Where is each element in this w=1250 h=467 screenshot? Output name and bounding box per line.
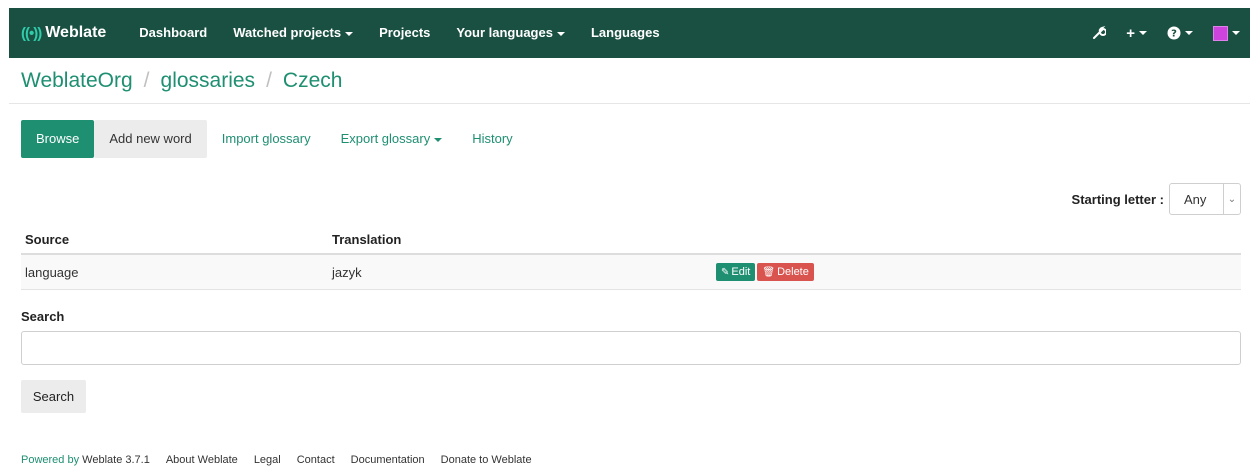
- breadcrumb: WeblateOrg / glossaries / Czech: [21, 65, 342, 97]
- footer-about-link[interactable]: About Weblate: [166, 454, 238, 466]
- footer-legal-link[interactable]: Legal: [254, 454, 281, 466]
- nav-watched-projects-label: Watched projects: [233, 25, 342, 40]
- question-icon: ?: [1167, 26, 1181, 40]
- chevron-down-icon: ⌄: [1223, 184, 1240, 214]
- column-translation: Translation: [328, 227, 712, 255]
- trash-icon: 🗑: [762, 266, 776, 278]
- table-row: language jazyk ✎ Edit 🗑 Delete: [21, 254, 1241, 290]
- column-source: Source: [21, 227, 328, 255]
- tab-export-glossary[interactable]: Export glossary: [326, 120, 458, 158]
- top-navbar: ((•)) Weblate Dashboard Watched projects…: [9, 8, 1250, 58]
- column-actions: [712, 227, 1241, 255]
- search-label: Search: [21, 309, 65, 324]
- edit-button[interactable]: ✎ Edit: [716, 263, 756, 282]
- delete-button[interactable]: 🗑 Delete: [757, 263, 814, 282]
- chevron-down-icon: [1139, 31, 1147, 35]
- starting-letter-select[interactable]: Any ⌄: [1169, 183, 1241, 215]
- nav-languages[interactable]: Languages: [578, 8, 673, 58]
- breadcrumb-separator: /: [266, 69, 272, 92]
- footer: Powered by Weblate 3.7.1 About Weblate L…: [21, 454, 532, 466]
- nav-dashboard[interactable]: Dashboard: [126, 8, 220, 58]
- search-button[interactable]: Search: [21, 380, 86, 413]
- user-menu-button[interactable]: [1203, 25, 1250, 41]
- starting-letter-label: Starting letter :: [1071, 191, 1164, 207]
- nav-projects[interactable]: Projects: [366, 8, 443, 58]
- tab-export-glossary-label: Export glossary: [340, 131, 431, 146]
- help-menu-button[interactable]: ?: [1157, 26, 1203, 40]
- glossary-tabs: Browse Add new word Import glossary Expo…: [21, 120, 528, 158]
- tab-history[interactable]: History: [457, 120, 527, 158]
- footer-documentation-link[interactable]: Documentation: [351, 454, 425, 466]
- nav-your-languages-label: Your languages: [456, 25, 553, 40]
- starting-letter-value: Any: [1184, 191, 1207, 207]
- brand-name: Weblate: [45, 24, 107, 41]
- brand-link[interactable]: ((•)) Weblate: [9, 24, 106, 42]
- plus-icon: +: [1126, 24, 1135, 42]
- chevron-down-icon: [556, 31, 565, 36]
- chevron-down-icon: [1232, 31, 1240, 35]
- footer-contact-link[interactable]: Contact: [297, 454, 335, 466]
- table-header-row: Source Translation: [21, 227, 1241, 255]
- edit-button-label: Edit: [731, 266, 751, 279]
- glossary-table: Source Translation language jazyk ✎ Edit 🗑…: [21, 227, 1241, 290]
- cell-source: language: [21, 254, 328, 290]
- cell-translation: jazyk: [328, 254, 712, 290]
- tab-add-new-word[interactable]: Add new word: [94, 120, 207, 158]
- wrench-icon: [1093, 26, 1107, 39]
- nav-your-languages[interactable]: Your languages: [443, 8, 578, 58]
- search-input[interactable]: [21, 331, 1241, 365]
- chevron-down-icon: [434, 137, 443, 142]
- divider: [9, 103, 1250, 104]
- tab-browse[interactable]: Browse: [21, 120, 95, 158]
- nav-watched-projects[interactable]: Watched projects: [220, 8, 366, 58]
- tools-button[interactable]: [1082, 26, 1116, 40]
- tab-import-glossary[interactable]: Import glossary: [207, 120, 326, 158]
- delete-button-label: Delete: [777, 266, 809, 279]
- breadcrumb-org[interactable]: WeblateOrg: [21, 65, 133, 97]
- add-menu-button[interactable]: +: [1116, 25, 1157, 42]
- svg-text:?: ?: [1171, 29, 1177, 40]
- letter-filter: Starting letter : Any ⌄: [1072, 183, 1241, 215]
- powered-by-text: Powered by: [21, 454, 80, 466]
- weblate-logo-icon: ((•)): [21, 24, 42, 42]
- chevron-down-icon: [1185, 31, 1193, 35]
- pencil-icon: ✎: [721, 266, 730, 278]
- avatar: [1213, 25, 1228, 41]
- breadcrumb-project[interactable]: glossaries: [161, 65, 256, 97]
- weblate-version-link[interactable]: Weblate 3.7.1: [82, 454, 150, 466]
- breadcrumb-separator: /: [143, 69, 150, 92]
- cell-actions: ✎ Edit 🗑 Delete: [712, 254, 1241, 290]
- chevron-down-icon: [345, 31, 354, 36]
- breadcrumb-language[interactable]: Czech: [283, 65, 343, 97]
- footer-donate-link[interactable]: Donate to Weblate: [441, 454, 532, 466]
